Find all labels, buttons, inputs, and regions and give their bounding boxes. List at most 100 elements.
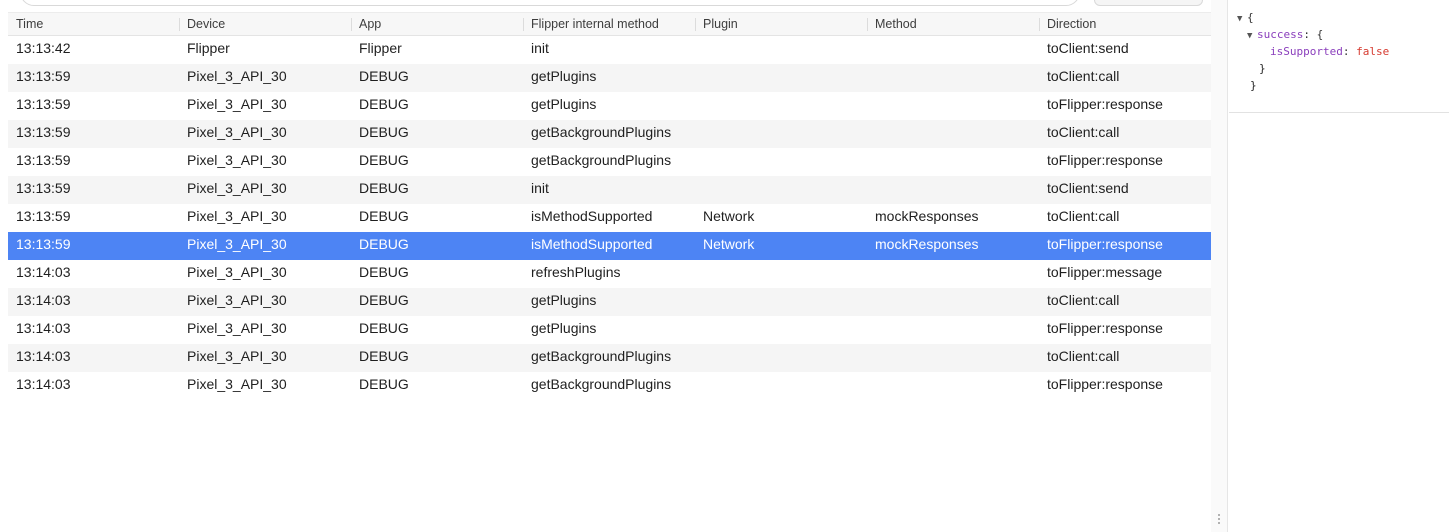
cell-app: DEBUG <box>359 348 409 364</box>
table-header: Time Device App Flipper internal method … <box>8 12 1211 36</box>
cell-method: mockResponses <box>875 236 979 252</box>
cell-internal-method: getPlugins <box>531 320 597 336</box>
cell-device: Pixel_3_API_30 <box>187 152 287 168</box>
cell-plugin <box>695 260 867 288</box>
table-row[interactable]: 13:13:59 Pixel_3_API_30 DEBUG getPlugins toC… <box>8 64 1211 92</box>
cell-device: Pixel_3_API_30 <box>187 208 287 224</box>
cell-direction: toFlipper:response <box>1047 236 1163 252</box>
cell-device: Pixel_3_API_30 <box>187 320 287 336</box>
column-header-device[interactable]: Device <box>179 13 351 36</box>
table-row[interactable]: 13:14:03 Pixel_3_API_30 DEBUG getBackground… <box>8 344 1211 372</box>
cell-plugin: Network <box>703 236 755 252</box>
table-row-selected[interactable]: 13:13:59 Pixel_3_API_30 DEBUG isMethodSuppo… <box>8 232 1211 260</box>
cell-app: DEBUG <box>359 320 409 336</box>
json-close-inner: } <box>1259 62 1266 75</box>
cell-time: 13:13:59 <box>16 68 71 84</box>
cell-app: DEBUG <box>359 96 409 112</box>
cell-time: 13:13:59 <box>16 180 71 196</box>
cell-time: 13:14:03 <box>16 264 71 280</box>
cell-direction: toFlipper:response <box>1047 320 1163 336</box>
cell-plugin <box>695 344 867 372</box>
cell-time: 13:14:03 <box>16 348 71 364</box>
cell-plugin <box>695 176 867 204</box>
table-row[interactable]: 13:14:03 Pixel_3_API_30 DEBUG getBackground… <box>8 372 1211 400</box>
json-close-outer: } <box>1250 79 1257 92</box>
cell-device: Pixel_3_API_30 <box>187 180 287 196</box>
cell-device: Pixel_3_API_30 <box>187 236 287 252</box>
cell-internal-method: getBackgroundPlugins <box>531 376 672 392</box>
search-input[interactable] <box>20 0 1080 6</box>
table-body: 13:13:42 Flipper Flipper init toClient:send 1… <box>8 36 1211 400</box>
column-header-plugin[interactable]: Plugin <box>695 13 867 36</box>
table-row[interactable]: 13:13:59 Pixel_3_API_30 DEBUG isMethodSuppo… <box>8 204 1211 232</box>
table-row[interactable]: 13:13:59 Pixel_3_API_30 DEBUG init toClient:… <box>8 176 1211 204</box>
cell-internal-method: init <box>531 180 549 196</box>
expand-triangle-icon[interactable]: ▼ <box>1247 28 1257 45</box>
cell-time: 13:14:03 <box>16 376 71 392</box>
json-value-is-supported: false <box>1356 45 1390 58</box>
cell-direction: toFlipper:response <box>1047 96 1163 112</box>
cell-direction: toClient:send <box>1047 180 1129 196</box>
cell-app: DEBUG <box>359 152 409 168</box>
cell-method: mockResponses <box>875 208 979 224</box>
messages-panel: Time Device App Flipper internal method … <box>8 0 1211 532</box>
cell-method <box>867 92 1039 120</box>
json-root-line[interactable]: ▼{ <box>1237 9 1254 26</box>
cell-app: Flipper <box>359 40 402 56</box>
cell-device: Pixel_3_API_30 <box>187 68 287 84</box>
cell-plugin: Network <box>703 208 755 224</box>
cell-app: DEBUG <box>359 124 409 140</box>
cell-plugin <box>695 148 867 176</box>
drag-handle-icon[interactable] <box>1218 514 1221 526</box>
json-key-is-supported: isSupported <box>1270 45 1343 58</box>
cell-direction: toClient:call <box>1047 68 1120 84</box>
table-row[interactable]: 13:13:59 Pixel_3_API_30 DEBUG getPlugins toF… <box>8 92 1211 120</box>
cell-internal-method: isMethodSupported <box>531 208 653 224</box>
cell-app: DEBUG <box>359 208 409 224</box>
cell-direction: toClient:call <box>1047 124 1120 140</box>
table-row[interactable]: 13:13:42 Flipper Flipper init toClient:send <box>8 36 1211 64</box>
cell-app: DEBUG <box>359 180 409 196</box>
cell-plugin <box>695 372 867 400</box>
panel-splitter[interactable] <box>1211 0 1228 532</box>
expand-triangle-icon[interactable]: ▼ <box>1237 11 1247 28</box>
table-row[interactable]: 13:13:59 Pixel_3_API_30 DEBUG getBackground… <box>8 148 1211 176</box>
cell-device: Pixel_3_API_30 <box>187 96 287 112</box>
cell-direction: toFlipper:response <box>1047 152 1163 168</box>
json-success-line[interactable]: ▼ success: { <box>1247 26 1323 43</box>
cell-method <box>867 344 1039 372</box>
cell-method <box>867 64 1039 92</box>
column-header-direction[interactable]: Direction <box>1039 13 1211 36</box>
table-row[interactable]: 13:14:03 Pixel_3_API_30 DEBUG getPlugins toF… <box>8 316 1211 344</box>
cell-device: Pixel_3_API_30 <box>187 264 287 280</box>
cell-internal-method: getPlugins <box>531 292 597 308</box>
cell-app: DEBUG <box>359 236 409 252</box>
cell-plugin <box>695 316 867 344</box>
cell-device: Pixel_3_API_30 <box>187 348 287 364</box>
toolbar-button[interactable] <box>1094 0 1203 6</box>
table-row[interactable]: 13:14:03 Pixel_3_API_30 DEBUG getPlugins toC… <box>8 288 1211 316</box>
cell-method <box>867 120 1039 148</box>
cell-method <box>867 372 1039 400</box>
cell-direction: toFlipper:response <box>1047 376 1163 392</box>
json-issupported-line: isSupported: false <box>1270 45 1390 58</box>
cell-plugin <box>695 36 867 64</box>
cell-device: Flipper <box>187 40 230 56</box>
cell-time: 13:13:59 <box>16 208 71 224</box>
cell-plugin <box>695 64 867 92</box>
cell-app: DEBUG <box>359 68 409 84</box>
table-row[interactable]: 13:14:03 Pixel_3_API_30 DEBUG refreshPlugin… <box>8 260 1211 288</box>
cell-plugin <box>695 288 867 316</box>
cell-app: DEBUG <box>359 292 409 308</box>
cell-time: 13:14:03 <box>16 320 71 336</box>
column-header-internal-method[interactable]: Flipper internal method <box>523 13 695 36</box>
cell-device: Pixel_3_API_30 <box>187 376 287 392</box>
table-row[interactable]: 13:13:59 Pixel_3_API_30 DEBUG getBackground… <box>8 120 1211 148</box>
cell-time: 13:14:03 <box>16 292 71 308</box>
column-header-method[interactable]: Method <box>867 13 1039 36</box>
column-header-time[interactable]: Time <box>8 13 180 36</box>
column-header-app[interactable]: App <box>351 13 523 36</box>
cell-direction: toClient:send <box>1047 40 1129 56</box>
json-viewer: ▼{ ▼ success: { isSupported: false } } <box>1229 0 1449 113</box>
cell-method <box>867 36 1039 64</box>
